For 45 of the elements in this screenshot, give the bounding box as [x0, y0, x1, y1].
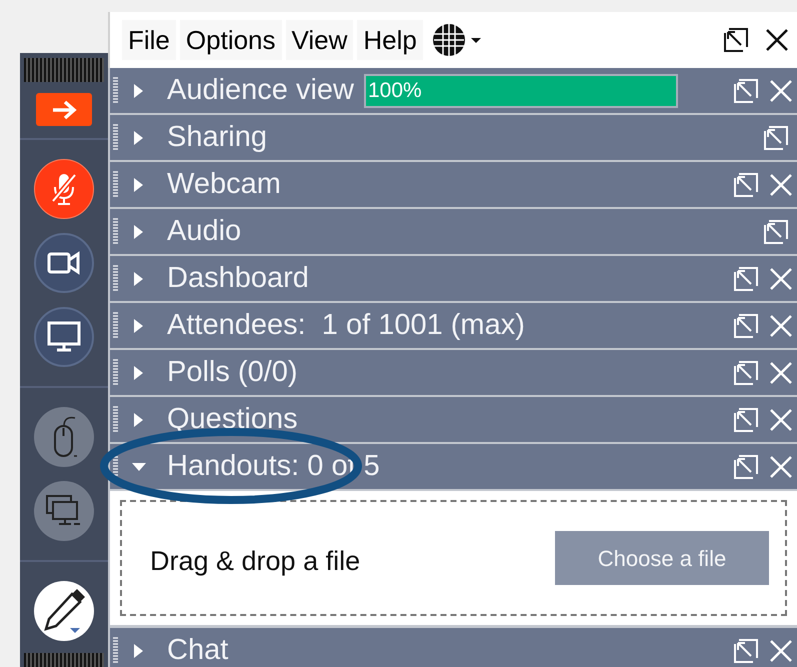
globe-icon: [430, 21, 483, 59]
choose-file-button[interactable]: Choose a file: [555, 531, 769, 585]
panel-title[interactable]: Attendees: 1 of 1001 (max): [167, 311, 525, 340]
panel-header[interactable]: Audio: [110, 209, 797, 256]
menu-item[interactable]: File: [122, 20, 176, 60]
panel-header[interactable]: Audience view 100%: [110, 68, 797, 115]
panel-header[interactable]: Dashboard: [110, 256, 797, 303]
drag-handle[interactable]: [113, 404, 119, 434]
drop-zone[interactable]: Drag & drop a file Choose a file: [120, 500, 787, 616]
video-camera-icon: [47, 251, 81, 275]
monitor-icon: [47, 321, 81, 353]
panel-header[interactable]: Questions: [110, 397, 797, 444]
close-icon[interactable]: [765, 28, 789, 52]
panel-header[interactable]: Webcam: [110, 162, 797, 209]
drag-handle[interactable]: [113, 76, 119, 106]
menu-item[interactable]: Options: [180, 20, 282, 60]
grip-handle[interactable]: [24, 58, 104, 82]
menu-item[interactable]: View: [286, 20, 354, 60]
drag-handle[interactable]: [113, 216, 119, 246]
panel-header[interactable]: Chat: [110, 628, 797, 667]
panel-title[interactable]: Dashboard: [167, 264, 309, 293]
drag-handle[interactable]: [113, 310, 119, 340]
drag-handle[interactable]: [113, 636, 119, 666]
panel-title[interactable]: Audience view: [167, 76, 354, 105]
drag-handle[interactable]: [113, 170, 119, 200]
microphone-icon: [49, 171, 79, 207]
drag-handle[interactable]: [113, 264, 119, 294]
panel-title[interactable]: Chat: [167, 636, 228, 665]
panel-title[interactable]: Questions: [167, 405, 298, 434]
panel-header[interactable]: Sharing: [110, 115, 797, 162]
panel-header[interactable]: Attendees: 1 of 1001 (max): [110, 303, 797, 350]
restore-icon[interactable]: [723, 27, 749, 53]
pencil-icon: [42, 588, 86, 634]
panel-header[interactable]: Polls (0/0): [110, 350, 797, 397]
drop-hint: Drag & drop a file: [150, 544, 360, 578]
panel-title[interactable]: Polls (0/0): [167, 358, 298, 387]
drag-handle[interactable]: [113, 358, 119, 388]
panel-title[interactable]: Webcam: [167, 170, 281, 199]
meter-reading: 100%: [367, 78, 422, 104]
drag-handle[interactable]: [113, 122, 119, 152]
arrow-button[interactable]: [36, 93, 92, 126]
panel-title[interactable]: Audio: [167, 217, 242, 246]
panel-title[interactable]: Sharing: [167, 123, 267, 152]
language-button[interactable]: [430, 21, 483, 59]
menu-item[interactable]: Help: [357, 20, 423, 60]
